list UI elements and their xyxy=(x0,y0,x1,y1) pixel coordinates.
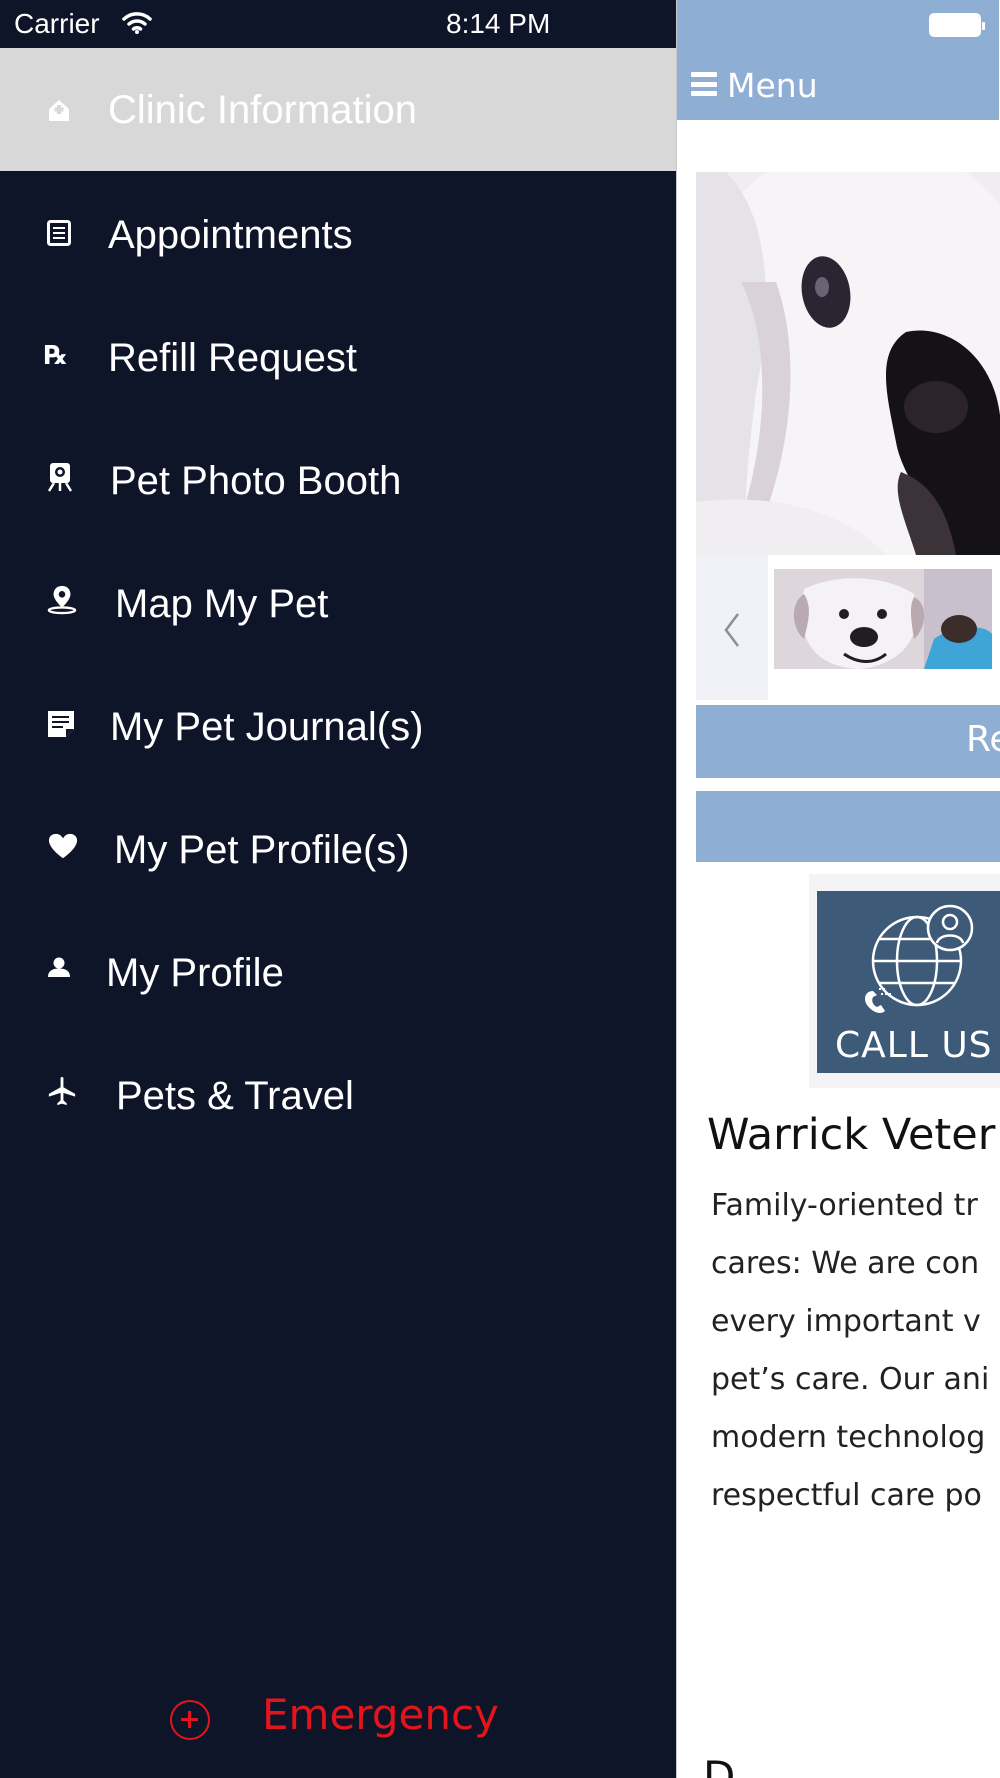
clock: 8:14 PM xyxy=(446,8,551,39)
description-line: pet’s care. Our ani xyxy=(711,1362,990,1397)
plus-circle-icon xyxy=(170,1700,210,1740)
previous-arrow-button[interactable] xyxy=(696,555,768,700)
photo-booth-icon xyxy=(45,462,75,492)
person-icon xyxy=(44,953,74,983)
battery-icon xyxy=(929,13,985,37)
nav-label: My Profile xyxy=(106,951,284,995)
globe-phone-icon xyxy=(865,904,974,1013)
description-line: Family-oriented tr xyxy=(711,1188,978,1223)
nav-label: My Pet Journal(s) xyxy=(110,705,424,749)
description-line: cares: We are con xyxy=(711,1246,980,1281)
top-bar: Menu xyxy=(677,0,1000,120)
nav-label: My Pet Profile(s) xyxy=(114,828,410,872)
nav-label: Appointments xyxy=(108,213,353,257)
airplane-icon xyxy=(47,1076,77,1106)
call-us-label: CALL US xyxy=(835,1025,993,1066)
rx-icon: ℞ xyxy=(44,340,74,370)
thumbnail-strip xyxy=(696,555,1000,700)
emergency-label: Emergency xyxy=(262,1690,499,1739)
nav-item-my-profile[interactable]: My Profile xyxy=(0,909,676,1032)
journal-icon xyxy=(46,709,76,739)
section-heading: D xyxy=(703,1752,736,1778)
wifi-icon xyxy=(122,12,152,34)
hamburger-icon xyxy=(691,72,717,96)
carrier-label: Carrier xyxy=(14,8,100,39)
puppy-thumbnail[interactable] xyxy=(774,569,992,669)
clinic-icon xyxy=(44,95,74,125)
nav-item-map-my-pet[interactable]: Map My Pet xyxy=(0,540,676,663)
description-line: modern technolog xyxy=(711,1420,986,1455)
status-bar: Carrier 8:14 PM xyxy=(0,0,676,48)
hero-photo xyxy=(696,172,1000,555)
menu-label: Menu xyxy=(727,66,818,105)
secondary-action-button[interactable] xyxy=(696,791,1000,862)
nav-item-refill-request[interactable]: ℞ Refill Request xyxy=(0,294,676,417)
nav-item-my-pet-profiles[interactable]: My Pet Profile(s) xyxy=(0,786,676,909)
nav-item-pet-photo-booth[interactable]: Pet Photo Booth xyxy=(0,417,676,540)
nav-label: Pets & Travel xyxy=(116,1074,354,1118)
description-line: respectful care po xyxy=(711,1478,982,1513)
nav-item-my-pet-journals[interactable]: My Pet Journal(s) xyxy=(0,663,676,786)
nav-label: Map My Pet xyxy=(115,582,329,626)
nav-item-appointments[interactable]: Appointments xyxy=(0,171,676,294)
nav-label: Pet Photo Booth xyxy=(110,459,402,503)
nav-item-clinic-information[interactable]: Clinic Information xyxy=(0,48,676,171)
nav-item-pets-travel[interactable]: Pets & Travel xyxy=(0,1032,676,1155)
map-pin-icon xyxy=(47,584,77,615)
chevron-left-icon xyxy=(724,613,739,647)
svg-text:℞: ℞ xyxy=(44,341,67,370)
clinic-name-heading: Warrick Veter xyxy=(707,1110,996,1160)
heart-icon xyxy=(48,831,78,861)
clinic-description: Family-oriented tr cares: We are con eve… xyxy=(711,1186,1000,1534)
button-label: Re xyxy=(966,719,1000,760)
call-us-button[interactable]: CALL US xyxy=(817,891,1000,1073)
nav-label: Clinic Information xyxy=(108,88,418,132)
list-icon xyxy=(44,218,74,248)
clinic-information-page: Menu R CALL US Warrick Veter Family-orie… xyxy=(676,0,1000,1778)
description-line: every important v xyxy=(711,1304,981,1339)
nav-label: Refill Request xyxy=(108,336,358,380)
navigation-drawer: Carrier 8:14 PM Clinic Information Appoi… xyxy=(0,0,676,1778)
request-appointment-button[interactable]: Re xyxy=(696,705,1000,778)
